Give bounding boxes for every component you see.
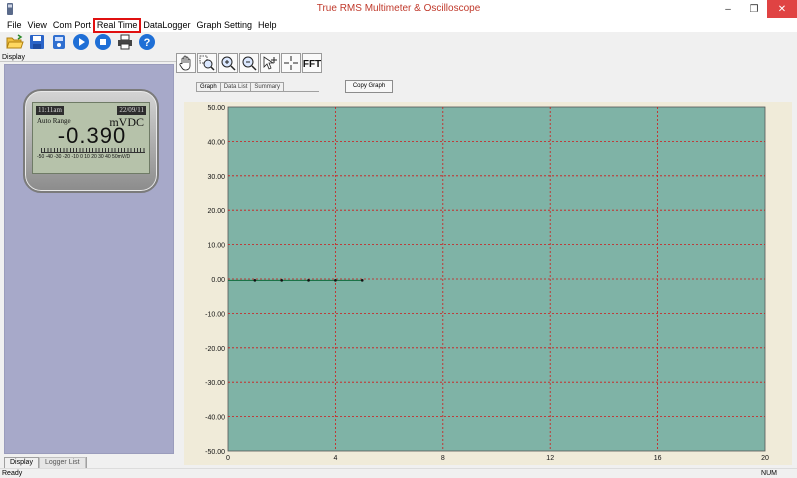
x-tick-label: 0 [226,455,230,462]
title-bar: True RMS Multimeter & Oscilloscope – ❐ ✕ [0,0,797,18]
left-panel-tabs: Display Logger List [4,456,97,468]
tab-data-list[interactable]: Data List [219,82,252,92]
menu-com-port[interactable]: Com Port [50,19,94,32]
display-panel: 11:11am 22/09/11 Auto Range mVDC -0.390 … [4,64,174,454]
menu-datalogger[interactable]: DataLogger [140,19,193,32]
cursor-icon[interactable] [260,53,280,73]
window-controls: – ❐ ✕ [715,0,797,18]
fft-label: FFT [303,59,321,70]
chart[interactable]: 50.00 40.00 30.00 20.00 10.00 0.00 -10.00 -20.0… [184,102,792,465]
tab-logger-list[interactable]: Logger List [38,457,86,468]
graph-panel: Graph Data List Summary Copy Graph 50.00… [180,78,794,467]
data-point [280,279,283,282]
help-icon[interactable]: ? [138,33,156,51]
y-tick-label: -30.00 [205,380,225,387]
multimeter-display: 11:11am 22/09/11 Auto Range mVDC -0.390 … [23,89,159,193]
crosshair-icon[interactable] [281,53,301,73]
menu-real-time[interactable]: Real Time [92,17,142,33]
y-tick-label: 40.00 [207,139,225,146]
y-tick-label: 30.00 [207,174,225,181]
lcd-date: 22/09/11 [117,106,146,115]
meter-icon[interactable] [50,33,68,51]
fft-icon[interactable]: FFT [302,53,322,73]
save-icon[interactable] [28,33,46,51]
print-icon[interactable] [116,33,134,51]
x-tick-label: 16 [654,455,662,462]
y-tick-label: -50.00 [205,449,225,456]
svg-text:?: ? [144,37,151,49]
lcd-scale-labels: -50 -40 -30 -20 -10 0 10 20 30 40 50mV/D [37,154,131,160]
tab-display[interactable]: Display [4,457,39,468]
lcd-time: 11:11am [36,106,64,115]
maximize-button[interactable]: ❐ [741,0,767,18]
zoom-in-icon[interactable] [218,53,238,73]
chart-container: 50.00 40.00 30.00 20.00 10.00 0.00 -10.00 -20.0… [184,102,792,465]
menu-bar: File View Com Port Real Time DataLogger … [0,17,797,33]
close-button[interactable]: ✕ [767,0,797,18]
menu-file[interactable]: File [4,19,25,32]
open-folder-icon[interactable] [6,33,24,51]
y-tick-label: 20.00 [207,208,225,215]
data-point [307,279,310,282]
menu-help[interactable]: Help [255,19,280,32]
y-tick-label: -10.00 [205,311,225,318]
main-toolbar: ? [0,32,200,52]
y-tick-label: 10.00 [207,243,225,250]
play-icon[interactable] [72,33,90,51]
y-tick-label: -40.00 [205,415,225,422]
zoom-out-icon[interactable] [239,53,259,73]
x-tick-label: 20 [761,455,769,462]
lcd-screen: 11:11am 22/09/11 Auto Range mVDC -0.390 … [32,102,150,174]
data-point [334,279,337,282]
tab-spacer [85,457,97,468]
minimize-button[interactable]: – [715,0,741,18]
x-tick-label: 8 [441,455,445,462]
window-title: True RMS Multimeter & Oscilloscope [316,3,481,14]
tab-graph[interactable]: Graph [196,82,221,92]
data-point [360,279,364,282]
app-window: True RMS Multimeter & Oscilloscope – ❐ ✕… [0,0,797,478]
lcd-value: -0.390 [57,123,127,148]
status-text: Ready [2,470,23,477]
zoom-window-icon[interactable] [197,53,217,73]
num-lock-indicator: NUM [761,470,777,477]
x-tick-label: 12 [546,455,554,462]
lcd-bar-graph [41,148,145,153]
left-panel-header: Display [0,53,176,62]
tab-strip-spacer [283,82,320,92]
graph-toolbar: FFT [176,53,322,75]
data-point [253,279,257,282]
menu-graph-setting[interactable]: Graph Setting [193,19,255,32]
hand-pan-icon[interactable] [176,53,196,73]
y-tick-label: 0.00 [211,277,225,284]
y-tick-label: 50.00 [207,105,225,112]
graph-tabs: Graph Data List Summary [196,82,320,92]
copy-graph-button[interactable]: Copy Graph [345,80,393,93]
y-tick-label: -20.00 [205,346,225,353]
x-tick-label: 4 [333,455,337,462]
status-bar: Ready NUM [0,468,797,478]
stop-icon[interactable] [94,33,112,51]
menu-view[interactable]: View [25,19,50,32]
tab-summary[interactable]: Summary [250,82,285,92]
